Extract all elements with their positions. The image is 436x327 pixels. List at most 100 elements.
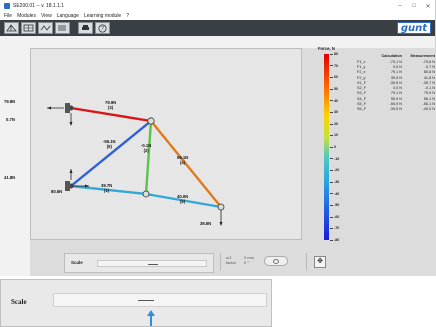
- colorbar-tick: 10: [330, 133, 338, 137]
- label-member-5: -56.1N (5): [103, 139, 116, 149]
- table-row: S6_F -39,5 N -40,0 N: [356, 107, 436, 112]
- main-area: 79.9N (3) -56.1N (5) -0.1N (2) 56.1N (4)…: [4, 46, 436, 276]
- member-5: [70, 120, 152, 187]
- arrow-head-3: [69, 169, 73, 173]
- divider: [306, 253, 307, 271]
- node-2: [147, 117, 155, 125]
- label-bottom-left-force: 41.8N: [4, 175, 16, 180]
- row-label: S5_F: [357, 102, 367, 107]
- label-top-left-moment: 0.7N: [6, 117, 15, 122]
- table-header: Calculation Measurement: [356, 54, 436, 58]
- calculation-value: 79,1 N: [390, 70, 402, 75]
- measurement-value: 79,9 N: [423, 91, 435, 96]
- app-window: SE200.01 -- v. 18.1.1.1 – □ ✕ File Modul…: [0, 0, 436, 276]
- colorbar-ticks: 80 70 60 50 40 30 20 10 0 -10 -20 -30 -40 -50 -60 -70 -8…: [330, 52, 356, 242]
- columns-icon[interactable]: [55, 22, 70, 34]
- measurement-value: -0,1 N: [424, 86, 435, 91]
- node-5: [217, 203, 225, 211]
- maximize-button[interactable]: □: [407, 3, 421, 10]
- colorbar-tick: 30: [330, 110, 338, 114]
- menu-help[interactable]: ?: [126, 13, 129, 19]
- app-icon: [4, 3, 10, 9]
- grid-view-icon[interactable]: [21, 22, 36, 34]
- table-row: F1_x -79,1 N -79,6 N: [356, 59, 436, 64]
- menu-learning-module[interactable]: Learning module: [84, 13, 121, 19]
- label-top-left-force: 79.8N: [4, 99, 16, 104]
- header-calculation: Calculation: [381, 54, 402, 58]
- menu-file[interactable]: File: [4, 13, 12, 19]
- close-button[interactable]: ✕: [421, 3, 435, 10]
- table-row: S5_F -55,9 N -56,1 N: [356, 101, 436, 106]
- calculation-value: -39,5 N: [389, 80, 402, 85]
- colorbar-tick: -70: [330, 226, 339, 230]
- colorbar-tick: 80: [330, 52, 338, 56]
- calculation-value: -39,5 N: [389, 107, 402, 112]
- table-row: S1_F -39,5 N -39,7 N: [356, 80, 436, 85]
- scale-slider[interactable]: [97, 260, 207, 267]
- zoom-scale-label: Scale: [11, 298, 27, 306]
- label-member-1: 39.7N (1): [101, 183, 113, 193]
- label-member-6: 40.0N (6): [177, 194, 189, 204]
- row-label: S4_F: [357, 96, 367, 101]
- label-member-2: -0.1N (2): [141, 143, 152, 153]
- measurement-value: 41,8 N: [423, 75, 435, 80]
- arrow-head-2: [69, 122, 73, 126]
- row-label: F1_x: [357, 59, 366, 64]
- menu-modules[interactable]: Modules: [17, 13, 36, 19]
- colorbar-tick: 40: [330, 99, 338, 103]
- colorbar-tick: -30: [330, 180, 339, 184]
- title-bar: SE200.01 -- v. 18.1.1.1 – □ ✕: [0, 0, 435, 12]
- row-label: S3_F: [357, 91, 367, 96]
- row-label: F1_y: [357, 64, 366, 69]
- measurement-value: -56,1 N: [422, 102, 435, 107]
- measurement-value: 56,1 N: [423, 96, 435, 101]
- svg-text:?: ?: [101, 26, 104, 32]
- arrow-head-5: [219, 222, 223, 226]
- pan-icon[interactable]: ✥: [314, 256, 326, 268]
- table-row: S3_F 79,1 N 79,9 N: [356, 91, 436, 96]
- calculation-value: 79,1 N: [390, 91, 402, 96]
- calculation-value: 55,9 N: [390, 96, 402, 101]
- toggle-knob: [273, 259, 279, 264]
- colorbar-tick: -80: [330, 238, 339, 242]
- calculation-value: 0,0 N: [392, 64, 402, 69]
- colorbar-tick: 0: [330, 145, 336, 149]
- help-icon[interactable]: ?: [95, 22, 110, 34]
- label-bottom-left-second: 80.6N: [51, 189, 63, 194]
- menu-bar: File Modules View Language Learning modu…: [0, 12, 435, 20]
- minimize-button[interactable]: –: [393, 3, 407, 10]
- support-top-left: [65, 103, 70, 113]
- force-colorbar: Force, N 80 70 60 50 40 30 20 10 0 -10 -20 -30 -40 -5…: [318, 46, 358, 244]
- row-label: F2_x: [357, 70, 366, 75]
- print-icon[interactable]: [78, 22, 93, 34]
- zoom-scale-slider[interactable]: [53, 293, 267, 307]
- colorbar-tick: 70: [330, 64, 338, 68]
- arrow-head-1: [47, 106, 51, 110]
- uv-label: u/1 factor: [226, 255, 237, 265]
- label-bottom-right: 39.5N: [200, 221, 212, 226]
- menu-language[interactable]: Language: [57, 13, 79, 19]
- deflection-toggle[interactable]: [264, 256, 288, 266]
- table-row: F2_x 79,1 N 80,6 N: [356, 70, 436, 75]
- truss-drawing: [47, 103, 225, 226]
- zoom-scale-handle[interactable]: [138, 300, 154, 302]
- model-icon[interactable]: [38, 22, 53, 34]
- table-row: F2_y 39,5 N 41,8 N: [356, 75, 436, 80]
- header-measurement: Measurement: [410, 54, 435, 58]
- scale-slider-handle[interactable]: [148, 264, 158, 265]
- label-member-3: 79.9N (3): [105, 100, 117, 110]
- calculation-value: 39,5 N: [390, 75, 402, 80]
- colorbar-title: Force, N: [318, 46, 335, 51]
- divider: [220, 253, 221, 271]
- deflection-readout: 0 mm 0 °: [244, 255, 254, 265]
- colorbar-tick: -10: [330, 157, 339, 161]
- row-label: S1_F: [357, 80, 367, 85]
- scale-label: Scale: [71, 260, 83, 265]
- colorbar-gradient: [324, 54, 329, 240]
- truss-view-icon[interactable]: [4, 22, 19, 34]
- row-label: S6_F: [357, 107, 367, 112]
- menu-view[interactable]: View: [41, 13, 52, 19]
- measurement-value: 80,6 N: [423, 70, 435, 75]
- table-row: S4_F 55,9 N 56,1 N: [356, 96, 436, 101]
- colorbar-tick: -50: [330, 203, 339, 207]
